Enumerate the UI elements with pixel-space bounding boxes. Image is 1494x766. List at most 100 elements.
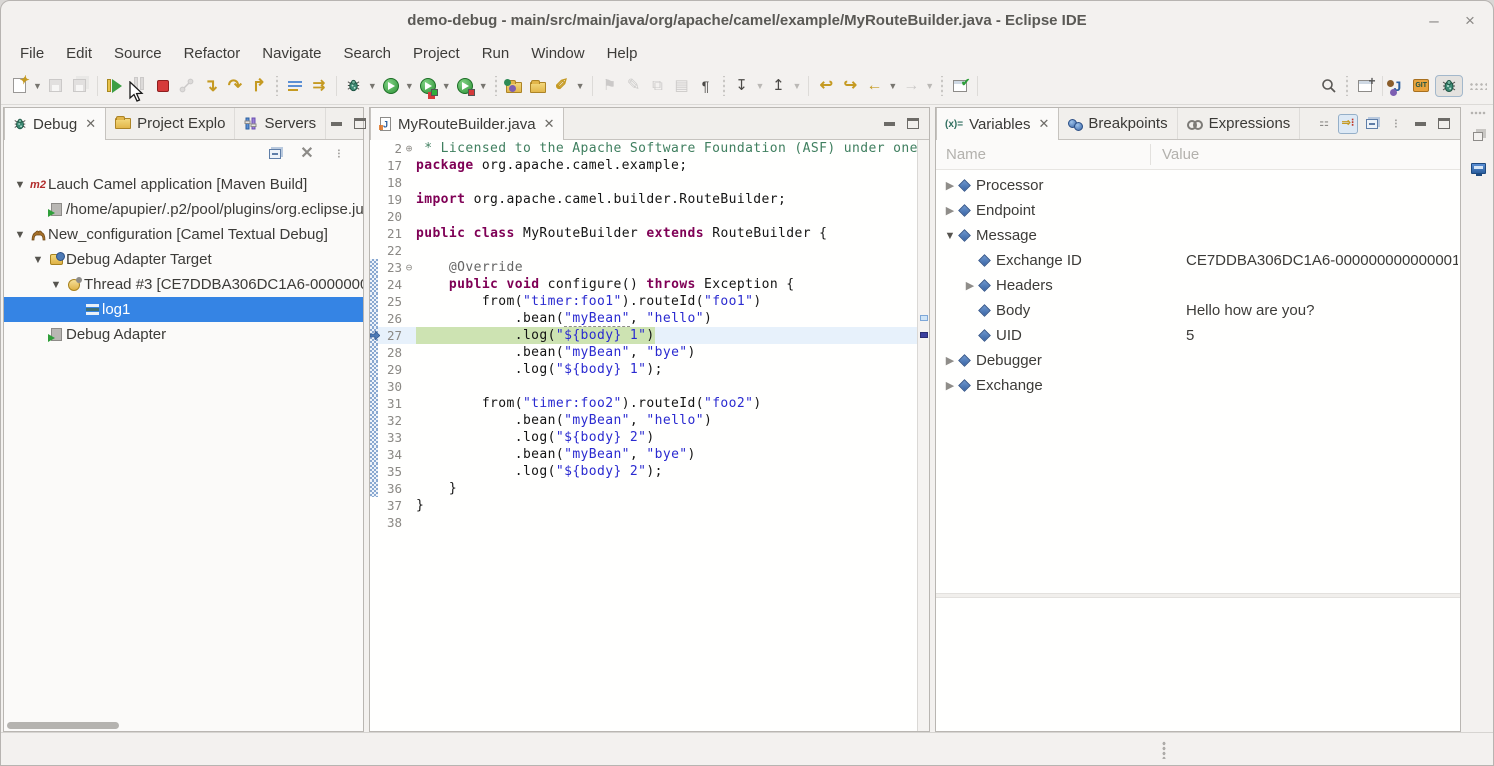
debug-tab-debug[interactable]: Debug✕ xyxy=(4,108,106,140)
run-dropdown-icon[interactable]: ▼ xyxy=(403,81,416,91)
back-dropdown-icon[interactable]: ▼ xyxy=(886,81,899,91)
variable-row-message[interactable]: ▼Message xyxy=(936,223,1460,248)
search-button[interactable] xyxy=(1317,74,1341,98)
variable-row-endpoint[interactable]: ▶Endpoint xyxy=(936,198,1460,223)
debug-tab-project-explo[interactable]: Project Explo xyxy=(106,108,235,139)
title-bar[interactable]: demo-debug - main/src/main/java/org/apac… xyxy=(1,1,1493,41)
toolbar-overflow-handle[interactable] xyxy=(1469,82,1487,90)
variables-view-menu-button[interactable]: ⁝ xyxy=(1386,114,1406,134)
save-all-button[interactable] xyxy=(68,74,92,98)
fold-icon[interactable]: ⊖ xyxy=(402,261,416,274)
open-type-button[interactable] xyxy=(526,74,550,98)
profile-dropdown-icon[interactable]: ▼ xyxy=(477,81,490,91)
debug-dropdown-icon[interactable]: ▼ xyxy=(366,81,379,91)
step-into-button[interactable]: ↴ xyxy=(199,74,223,98)
expander-icon[interactable]: ▼ xyxy=(12,229,28,241)
code-line-27[interactable]: 27 .log("${body} 1") xyxy=(370,327,929,344)
variable-row-exchange-id[interactable]: Exchange IDCE7DDBA306DC1A6-0000000000000… xyxy=(936,248,1460,273)
forward-dropdown-icon[interactable]: ▼ xyxy=(923,81,936,91)
forward-button[interactable]: → xyxy=(899,74,923,98)
variable-row-exchange[interactable]: ▶Exchange xyxy=(936,373,1460,398)
expander-icon[interactable]: ▼ xyxy=(30,254,46,266)
window-close-button[interactable]: × xyxy=(1457,9,1483,33)
java-perspective-button[interactable]: J xyxy=(1388,75,1408,97)
menu-run[interactable]: Run xyxy=(471,43,521,66)
pin-editor-button[interactable]: ✔ xyxy=(948,74,972,98)
editor-tab-myroutebuilder[interactable]: J MyRouteBuilder.java ✕ xyxy=(370,108,564,140)
code-editor[interactable]: 2⊕ * Licensed to the Apache Software Fou… xyxy=(370,140,929,731)
expander-icon[interactable]: ▶ xyxy=(942,179,958,192)
window-minimize-button[interactable]: – xyxy=(1421,9,1447,33)
menu-search[interactable]: Search xyxy=(332,43,402,66)
next-annotation-dropdown-icon[interactable]: ▼ xyxy=(754,81,767,91)
overview-ruler[interactable] xyxy=(917,140,929,731)
last-edit-location-button[interactable]: ↩ xyxy=(814,74,838,98)
debug-tree-item-debug[interactable]: Debug Adapter xyxy=(4,322,363,347)
menu-help[interactable]: Help xyxy=(596,43,649,66)
coverage-dropdown-icon[interactable]: ▼ xyxy=(440,81,453,91)
editor-maximize-button[interactable] xyxy=(903,114,923,134)
editor-tab-close-icon[interactable]: ✕ xyxy=(544,116,555,132)
menu-file[interactable]: File xyxy=(9,43,55,66)
externalize-strings-button[interactable]: ⧉ xyxy=(646,74,670,98)
new-wizard-button[interactable]: ✦ xyxy=(7,74,31,98)
code-line-29[interactable]: 29 .log("${body} 1"); xyxy=(370,361,929,378)
debug-tree-item-debug[interactable]: ▼Debug Adapter Target xyxy=(4,247,363,272)
debug-tree-item-thread[interactable]: ▼Thread #3 [CE7DDBA306DC1A6-00000000000 xyxy=(4,272,363,297)
mark-occurrences-button[interactable]: ✐ xyxy=(550,74,574,98)
expander-icon[interactable]: ▶ xyxy=(942,379,958,392)
expander-icon[interactable]: ▶ xyxy=(942,354,958,367)
expander-icon[interactable]: ▶ xyxy=(942,204,958,217)
disconnect-button[interactable] xyxy=(175,74,199,98)
resume-button[interactable] xyxy=(103,74,127,98)
code-line-33[interactable]: 33 .log("${body} 2") xyxy=(370,429,929,446)
debug-tree-item-log1[interactable]: log1 xyxy=(4,297,363,322)
code-line-19[interactable]: 19import org.apache.camel.builder.RouteB… xyxy=(370,191,929,208)
horizontal-scrollbar-thumb[interactable] xyxy=(7,722,119,729)
mark-occurrences-dropdown-icon[interactable]: ▼ xyxy=(574,81,587,91)
debug-pointer-marker[interactable] xyxy=(920,332,928,338)
next-annotation-button[interactable]: ↧ xyxy=(730,74,754,98)
remove-all-terminated-button[interactable]: ✕ xyxy=(297,144,317,164)
variables-minimize-button[interactable] xyxy=(1410,114,1430,134)
variables-detail-pane[interactable] xyxy=(936,598,1460,731)
debug-tree-item-lauch[interactable]: ▼m2Lauch Camel application [Maven Build] xyxy=(4,172,363,197)
variable-row-processor[interactable]: ▶Processor xyxy=(936,173,1460,198)
debug-tab-servers[interactable]: Servers xyxy=(235,108,326,139)
variable-row-body[interactable]: BodyHello how are you? xyxy=(936,298,1460,323)
code-line-37[interactable]: 37} xyxy=(370,497,929,514)
variables-tab-expressions[interactable]: Expressions xyxy=(1178,108,1301,139)
code-line-2[interactable]: 2⊕ * Licensed to the Apache Software Fou… xyxy=(370,140,929,157)
git-perspective-button[interactable]: GIT xyxy=(1407,76,1435,96)
debug-perspective-button[interactable] xyxy=(1435,75,1463,97)
tab-close-icon[interactable]: ✕ xyxy=(85,116,96,132)
variable-row-headers[interactable]: ▶Headers xyxy=(936,273,1460,298)
occurrence-marker[interactable] xyxy=(920,315,928,321)
code-line-28[interactable]: 28 .bean("myBean", "bye") xyxy=(370,344,929,361)
variables-maximize-button[interactable] xyxy=(1434,114,1454,134)
restore-views-button[interactable] xyxy=(1467,125,1489,147)
step-return-button[interactable]: ↱ xyxy=(247,74,271,98)
previous-annotation-dropdown-icon[interactable]: ▼ xyxy=(790,81,803,91)
back-button[interactable]: ← xyxy=(862,74,886,98)
collapse-all-button[interactable] xyxy=(265,144,285,164)
debug-view-menu-button[interactable]: ⁝ xyxy=(329,144,349,164)
editor-minimize-button[interactable] xyxy=(879,114,899,134)
code-line-26[interactable]: 26 .bean("myBean", "hello") xyxy=(370,310,929,327)
debug-tree-item-[interactable]: /home/apupier/.p2/pool/plugins/org.eclip… xyxy=(4,197,363,222)
code-line-32[interactable]: 32 .bean("myBean", "hello") xyxy=(370,412,929,429)
variables-tab-breakpoints[interactable]: Breakpoints xyxy=(1059,108,1177,139)
use-step-filters-button[interactable]: ⇉ xyxy=(307,74,331,98)
column-divider[interactable] xyxy=(1150,144,1151,165)
show-logical-structure-button[interactable]: ⇒⁝ xyxy=(1338,114,1358,134)
step-over-button[interactable]: ↷ xyxy=(223,74,247,98)
debug-button[interactable] xyxy=(342,74,366,98)
tab-close-icon[interactable]: ✕ xyxy=(1038,116,1049,132)
menu-source[interactable]: Source xyxy=(103,43,173,66)
code-line-31[interactable]: 31 from("timer:foo2").routeId("foo2") xyxy=(370,395,929,412)
menu-project[interactable]: Project xyxy=(402,43,471,66)
column-header-name[interactable]: Name xyxy=(936,146,1150,163)
previous-annotation-button[interactable]: ↥ xyxy=(766,74,790,98)
tray-drag-handle[interactable] xyxy=(1470,111,1486,115)
show-source-button[interactable]: ▤ xyxy=(670,74,694,98)
